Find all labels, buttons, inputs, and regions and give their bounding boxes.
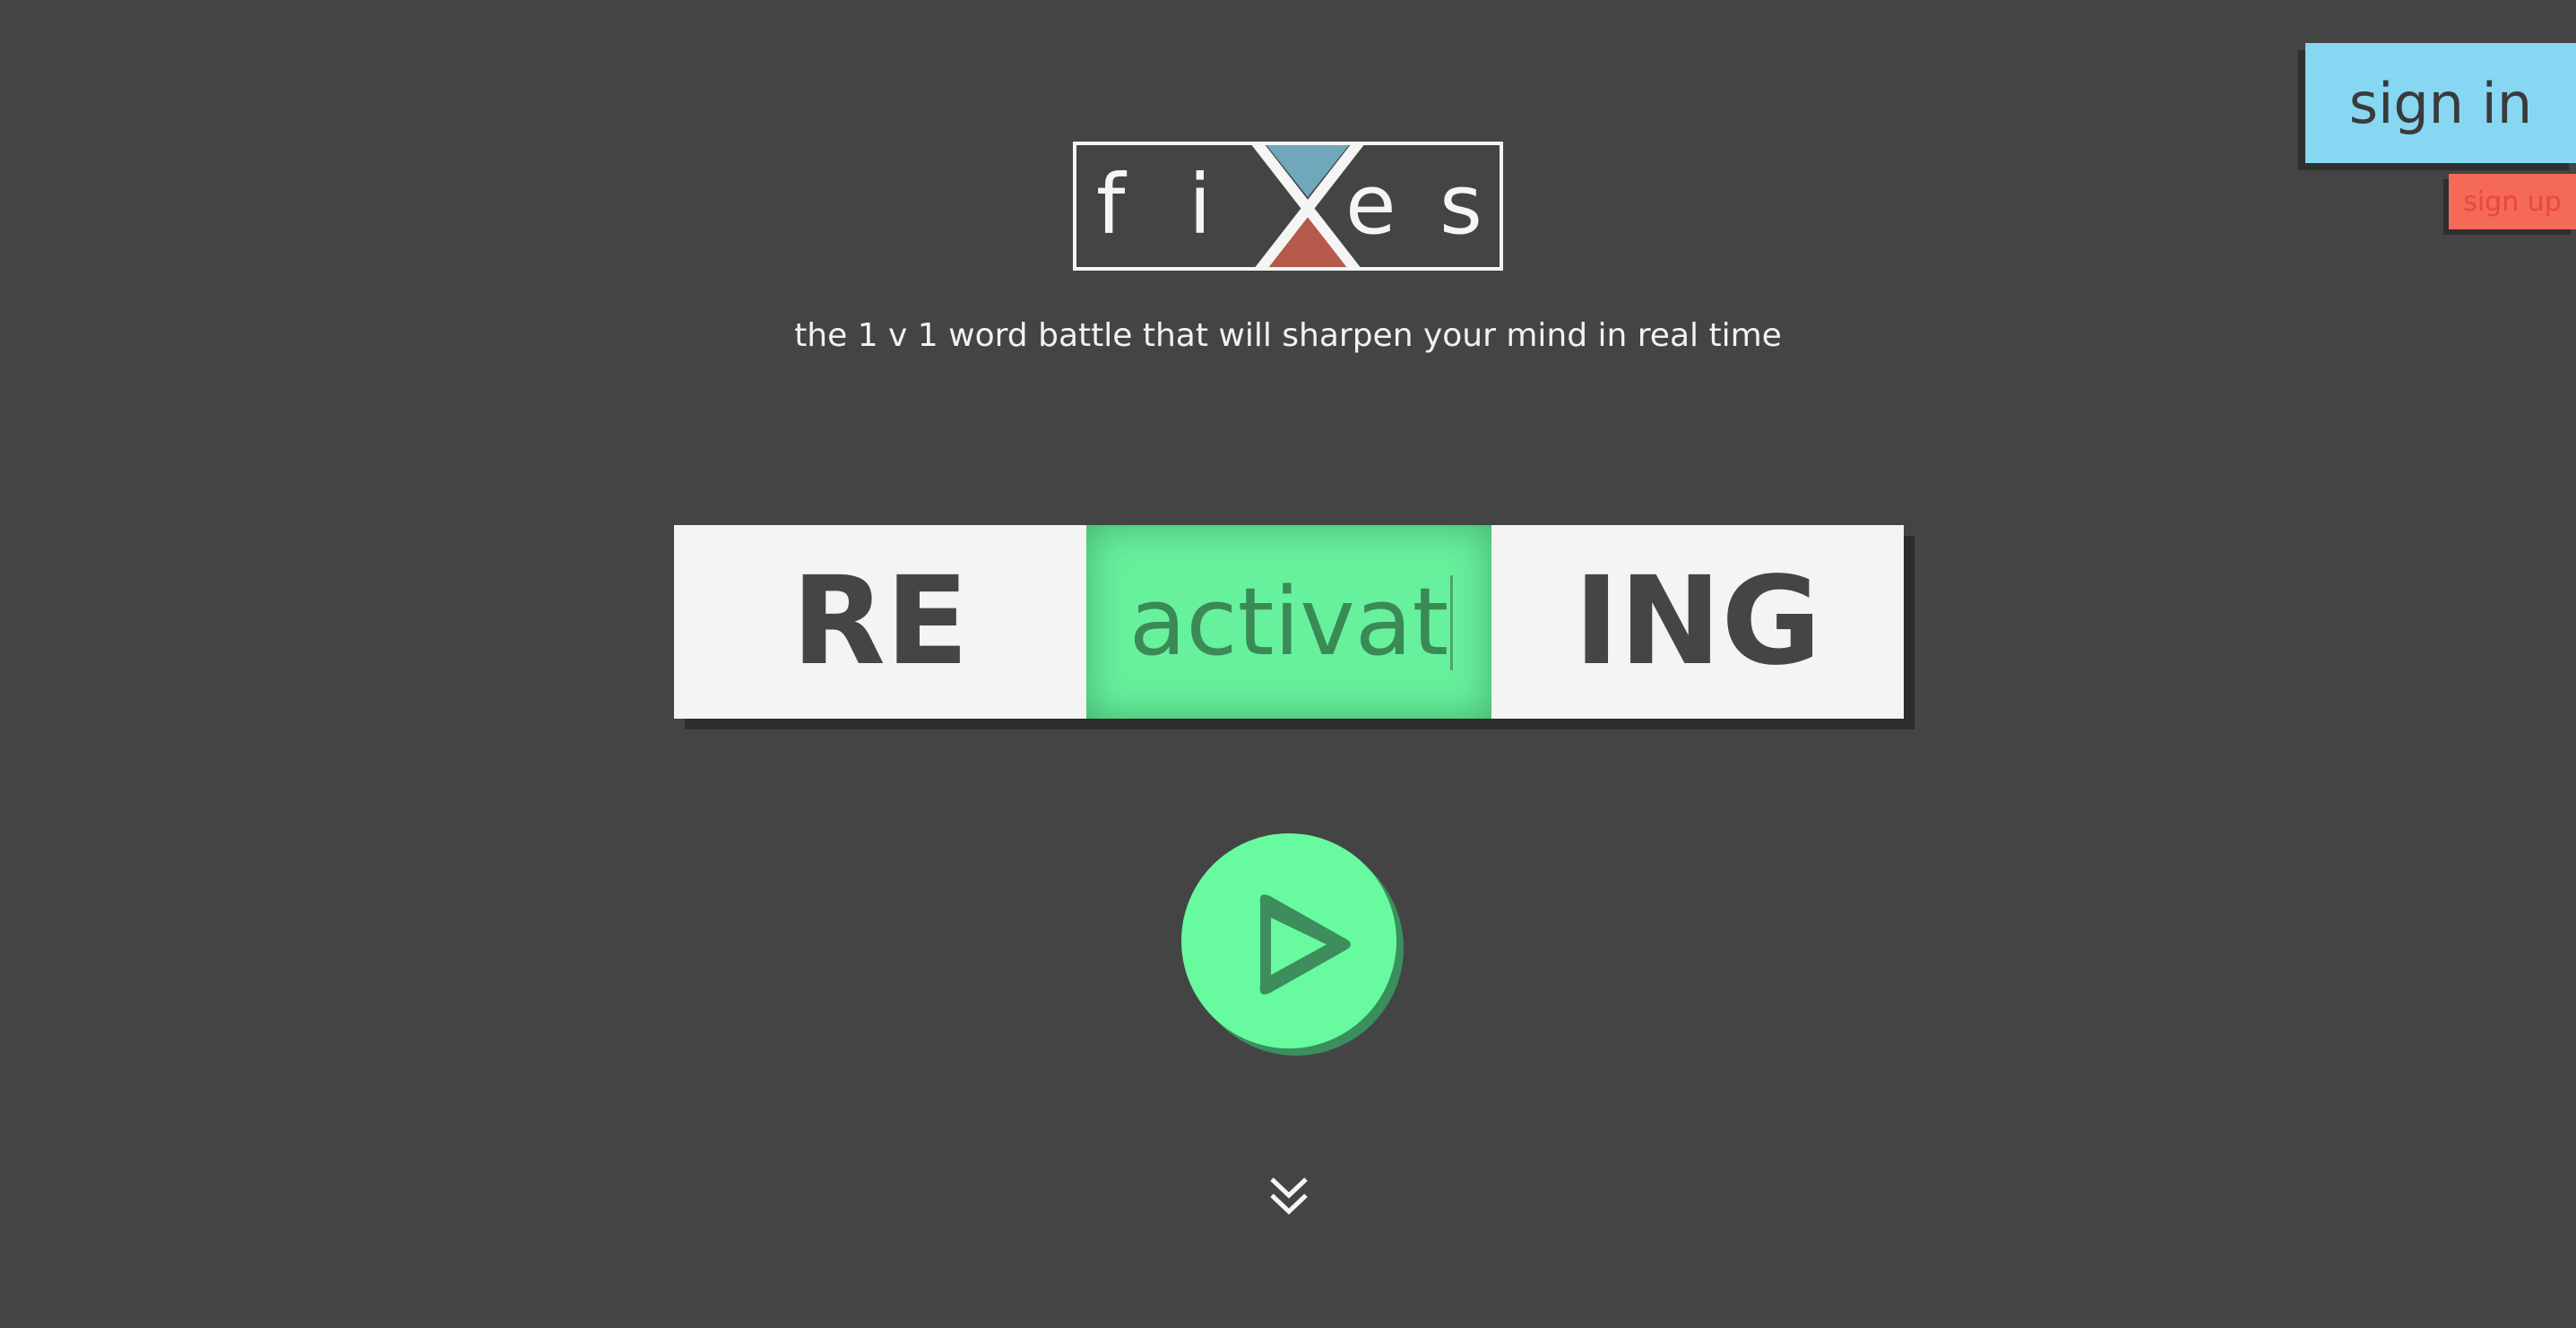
logo-letter-s: s [1439, 157, 1482, 253]
play-icon [1259, 894, 1351, 995]
word-prefix: RE [674, 525, 1086, 719]
word-builder: RE ING [674, 525, 1904, 719]
text-caret [1450, 575, 1453, 670]
sign-in-button[interactable]: sign in [2305, 43, 2576, 163]
sign-up-button[interactable]: sign up [2449, 174, 2576, 229]
logo-letter-i: i [1189, 157, 1212, 253]
double-chevron-down-icon[interactable] [1266, 1174, 1311, 1219]
fixes-logo: f i e s [1073, 142, 1503, 271]
word-root-input[interactable] [1128, 567, 1450, 677]
logo-letter-f: f [1096, 157, 1126, 253]
tagline: the 1 v 1 word battle that will sharpen … [794, 317, 1782, 354]
word-suffix: ING [1491, 525, 1904, 719]
word-root-box[interactable] [1086, 525, 1491, 719]
logo-letter-e: e [1345, 157, 1396, 253]
logo-x-mark-icon [1251, 145, 1364, 267]
play-button[interactable] [1181, 833, 1396, 1048]
